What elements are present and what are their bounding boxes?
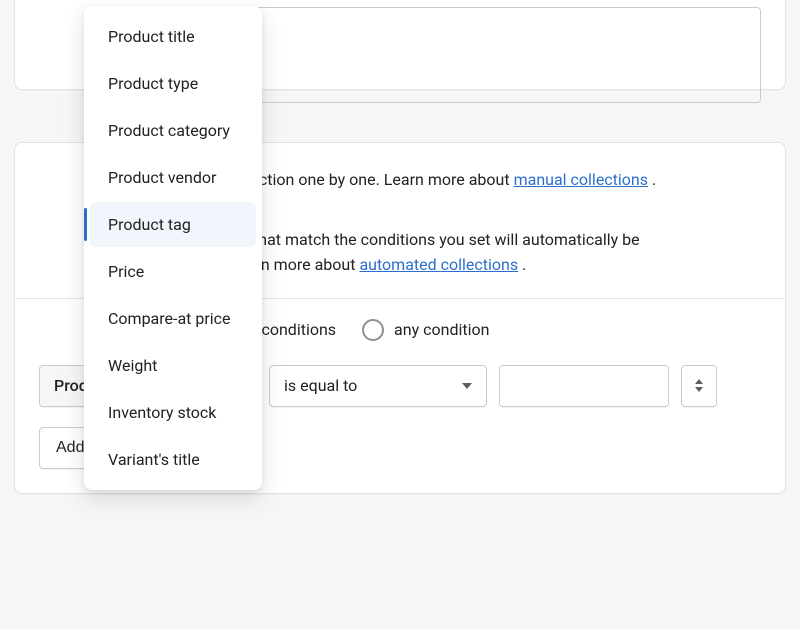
dropdown-item-product-tag[interactable]: Product tag xyxy=(90,202,256,247)
manual-collections-link[interactable]: manual collections xyxy=(514,167,648,193)
caret-down-icon xyxy=(462,383,472,389)
dropdown-item-variants-title[interactable]: Variant's title xyxy=(90,437,256,482)
dropdown-item-compare-at-price[interactable]: Compare-at price xyxy=(90,296,256,341)
condition-value-input[interactable] xyxy=(499,365,669,407)
dropdown-item-product-type[interactable]: Product type xyxy=(90,61,256,106)
dropdown-item-product-vendor[interactable]: Product vendor xyxy=(90,155,256,200)
dropdown-item-price[interactable]: Price xyxy=(90,249,256,294)
condition-operator-label: is equal to xyxy=(284,376,357,395)
dropdown-item-product-category[interactable]: Product category xyxy=(90,108,256,153)
dropdown-item-weight[interactable]: Weight xyxy=(90,343,256,388)
field-dropdown-menu: Product title Product type Product categ… xyxy=(84,6,262,490)
radio-any-condition[interactable]: any condition xyxy=(362,319,489,341)
radio-icon xyxy=(362,319,384,341)
condition-operator-select[interactable]: is equal to xyxy=(269,365,487,407)
automated-collections-link[interactable]: automated collections xyxy=(359,252,518,278)
radio-any-label: any condition xyxy=(394,320,489,339)
dropdown-item-inventory-stock[interactable]: Inventory stock xyxy=(90,390,256,435)
condition-sort-button[interactable] xyxy=(681,365,717,407)
updown-icon xyxy=(695,379,703,392)
dropdown-item-product-title[interactable]: Product title xyxy=(90,14,256,59)
